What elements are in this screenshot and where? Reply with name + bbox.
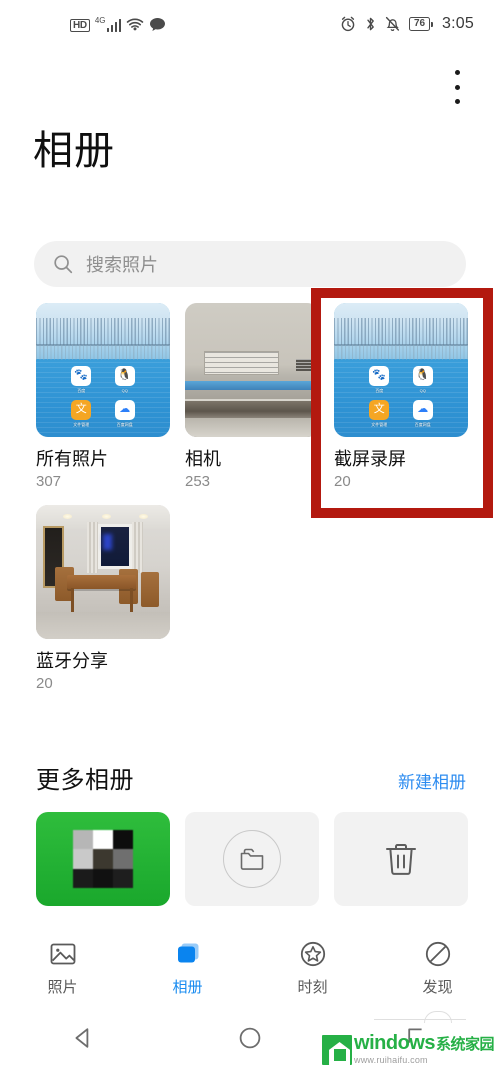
tab-label: 相册 (172, 979, 203, 996)
message-bubble-icon (149, 17, 166, 32)
clock: 3:05 (442, 15, 474, 32)
search-icon (52, 253, 74, 275)
albums-stack-icon (173, 939, 203, 969)
album-thumbnail (185, 303, 319, 437)
site-watermark: windows 系统家园 www.ruihaifu.com (322, 1032, 495, 1065)
album-name: 相机 (185, 449, 221, 469)
album-count: 307 (36, 473, 62, 490)
photo-icon (48, 939, 78, 969)
album-thumbnail: 🐾 百度 🐧 QQ 文文件管理 ☁ 百度网盘 (36, 303, 170, 437)
app-label: 百度 (375, 387, 384, 393)
battery-icon: 76 (409, 17, 434, 31)
watermark-url: www.ruihaifu.com (354, 1055, 428, 1065)
discover-icon (423, 939, 453, 969)
tab-moments[interactable]: 时刻 (250, 939, 375, 997)
back-button[interactable] (0, 1024, 167, 1052)
more-albums-header: 更多相册 新建相册 (36, 760, 466, 795)
more-album-tile-wechat[interactable] (36, 812, 170, 906)
watermark-brand: windows (354, 1032, 435, 1054)
app-label: 文件管理 (73, 421, 90, 427)
album-count: 20 (334, 473, 351, 490)
tab-label: 照片 (47, 979, 78, 996)
status-bar-left: HD 4G (70, 15, 166, 32)
album-name: 截屏录屏 (334, 449, 406, 469)
signal-bars-icon: 4G (94, 15, 122, 32)
alarm-clock-icon (340, 16, 356, 32)
page-title: 相册 (33, 129, 115, 173)
tab-label: 时刻 (297, 979, 328, 996)
album-count: 253 (185, 473, 211, 490)
search-input[interactable]: 搜索照片 (34, 241, 466, 287)
bell-muted-icon (385, 16, 400, 32)
app-label: 文件管理 (371, 421, 388, 427)
album-item-all-photos[interactable]: 🐾 百度 🐧 QQ 文文件管理 ☁ 百度网盘 所有照片 307 (36, 303, 170, 491)
app-label: QQ (121, 387, 128, 393)
album-count: 20 (36, 675, 53, 692)
search-placeholder: 搜索照片 (86, 255, 158, 275)
trash-icon (381, 838, 421, 880)
home-button[interactable] (167, 1024, 334, 1052)
tab-albums[interactable]: 相册 (125, 939, 250, 997)
hd-icon: HD (70, 18, 90, 32)
signal-bars-glyph (106, 18, 122, 32)
star-circle-icon (298, 939, 328, 969)
album-name: 所有照片 (36, 449, 108, 469)
album-thumbnail (36, 505, 170, 639)
new-album-button[interactable]: 新建相册 (398, 768, 466, 793)
more-vertical-icon[interactable] (447, 70, 467, 104)
status-bar: HD 4G 76 3:05 (0, 0, 500, 48)
network-type-label: 4G (94, 15, 106, 25)
app-label: 百度网盘 (414, 421, 431, 427)
app-label: 百度网盘 (116, 421, 133, 427)
app-label: 百度 (77, 387, 86, 393)
album-name: 蓝牙分享 (36, 651, 108, 671)
battery-level: 76 (409, 17, 431, 31)
folder-icon (223, 830, 281, 888)
tab-photos[interactable]: 照片 (0, 939, 125, 997)
more-album-tile-recycle-bin[interactable] (334, 812, 468, 906)
pixelated-thumbnail (73, 830, 133, 888)
album-item-bluetooth-share[interactable]: 蓝牙分享 20 (36, 505, 170, 693)
bluetooth-icon (365, 16, 376, 32)
more-albums-grid (36, 812, 468, 906)
more-album-tile-new-folder[interactable] (185, 812, 319, 906)
album-thumbnail: 🐾 百度 🐧 QQ 文文件管理 ☁ 百度网盘 (334, 303, 468, 437)
phone-screen: HD 4G 76 3:05 相册 搜索照片 🐾 百度 🐧 QQ 文 文件管理 ☁… (0, 0, 500, 1069)
album-item-screenshots[interactable]: 🐾 百度 🐧 QQ 文文件管理 ☁ 百度网盘 截屏录屏 20 (334, 303, 468, 491)
album-grid: 🐾 百度 🐧 QQ 文文件管理 ☁ 百度网盘 所有照片 307 相机 253 🐾… (36, 303, 468, 693)
app-label: QQ (419, 387, 426, 393)
tab-label: 发现 (422, 979, 453, 996)
watermark-logo-icon (322, 1035, 353, 1065)
more-albums-title: 更多相册 (36, 767, 134, 794)
battery-tip (431, 21, 434, 27)
bottom-navigation: 照片 相册 时刻 发现 (0, 929, 500, 1007)
watermark-brand-cn: 系统家园 (435, 1036, 495, 1053)
tab-discover[interactable]: 发现 (375, 939, 500, 997)
wifi-icon (126, 17, 144, 32)
album-item-camera[interactable]: 相机 253 (185, 303, 319, 491)
status-bar-right: 76 3:05 (340, 15, 474, 33)
